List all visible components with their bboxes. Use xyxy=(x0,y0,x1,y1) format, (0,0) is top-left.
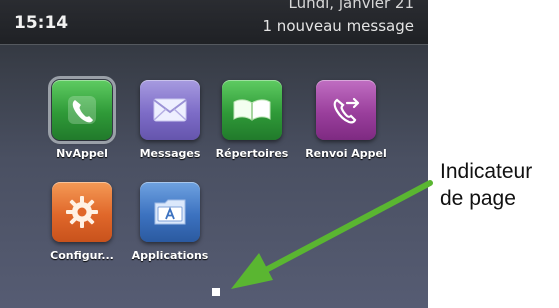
callout-line-2: de page xyxy=(440,187,516,210)
callout-line-1: Indicateur xyxy=(440,160,533,183)
page-indicator-callout: Indicateur de page xyxy=(440,158,532,212)
green-arrow xyxy=(231,180,433,289)
